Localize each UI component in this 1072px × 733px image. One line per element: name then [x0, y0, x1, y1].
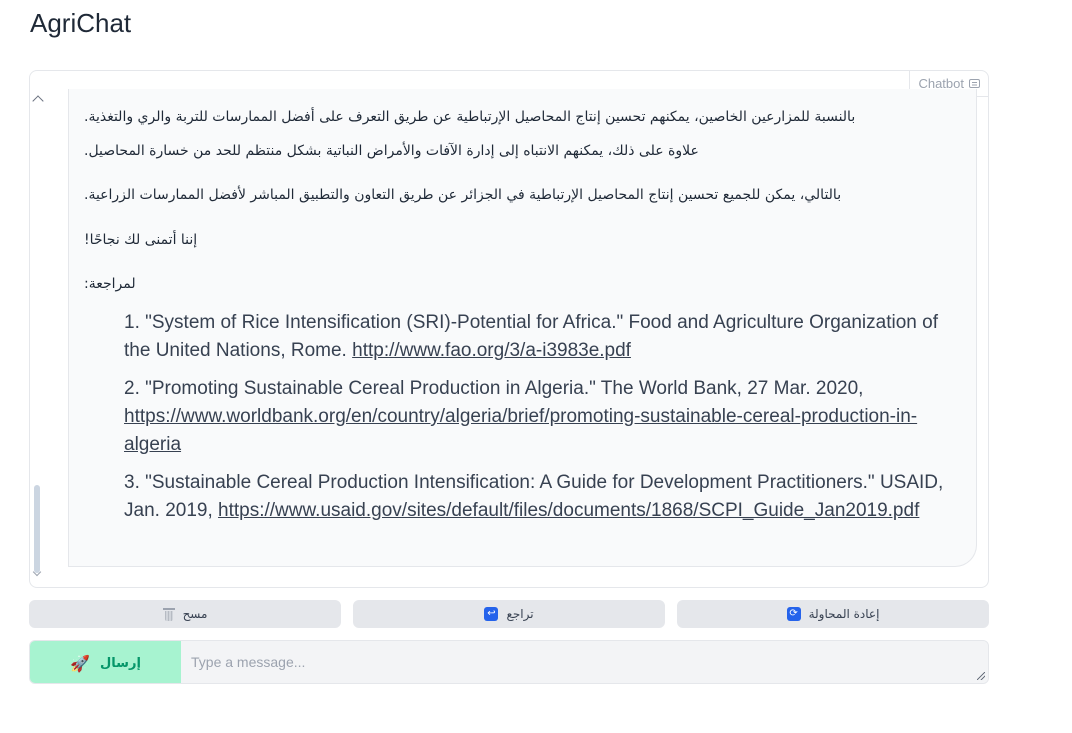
reference-item: 1. "System of Rice Intensification (SRI)…	[124, 309, 944, 365]
reference-text: 2. "Promoting Sustainable Cereal Product…	[124, 378, 864, 399]
chatbot-panel[interactable]: Chatbot بالنسبة للمزارعين الخاصين، يمكنه…	[29, 70, 989, 588]
undo-label: تراجع	[506, 607, 534, 621]
retry-button[interactable]: إعادة المحاولة ⟳	[677, 600, 989, 628]
message-paragraph: إننا أتمنى لك نجاحًا!	[84, 232, 198, 248]
reference-link[interactable]: http://www.fao.org/3/a-i3983e.pdf	[352, 340, 631, 361]
references-heading: لمراجعة:	[84, 276, 136, 292]
reference-list: 1. "System of Rice Intensification (SRI)…	[124, 309, 944, 535]
message-paragraph: بالتالي، يمكن للجميع تحسين إنتاج المحاصي…	[84, 187, 842, 203]
scroll-thumb[interactable]	[34, 485, 40, 573]
app-title: AgriChat	[30, 8, 132, 38]
reference-item: 2. "Promoting Sustainable Cereal Product…	[124, 375, 944, 459]
resize-handle-icon[interactable]	[977, 672, 985, 680]
message-composer: إرسال 🚀	[29, 640, 989, 684]
message-paragraph: علاوة على ذلك، يمكنهم الانتباه إلى إدارة…	[84, 143, 699, 159]
undo-icon: ↩	[484, 607, 499, 621]
action-button-row: مسح تراجع ↩ إعادة المحاولة ⟳	[29, 600, 989, 628]
undo-button[interactable]: تراجع ↩	[353, 600, 665, 628]
rocket-icon: 🚀	[70, 653, 91, 673]
reference-item: 3. "Sustainable Cereal Production Intens…	[124, 469, 944, 525]
retry-label: إعادة المحاولة	[808, 607, 880, 621]
clear-button[interactable]: مسح	[29, 600, 341, 628]
send-button[interactable]: إرسال 🚀	[30, 641, 181, 683]
send-label: إرسال	[100, 655, 141, 671]
trash-icon	[162, 607, 175, 621]
scroll-up-icon[interactable]	[32, 95, 44, 107]
message-paragraph: بالنسبة للمزارعين الخاصين، يمكنهم تحسين …	[84, 109, 856, 125]
chat-icon	[969, 79, 980, 88]
message-input[interactable]	[181, 641, 988, 683]
reference-link[interactable]: https://www.usaid.gov/sites/default/file…	[218, 500, 919, 521]
chat-scrollbar[interactable]	[30, 93, 44, 583]
clear-label: مسح	[182, 607, 208, 621]
reference-link[interactable]: https://www.worldbank.org/en/country/alg…	[124, 406, 917, 455]
bot-message: بالنسبة للمزارعين الخاصين، يمكنهم تحسين …	[68, 89, 977, 567]
retry-icon: ⟳	[786, 607, 801, 621]
